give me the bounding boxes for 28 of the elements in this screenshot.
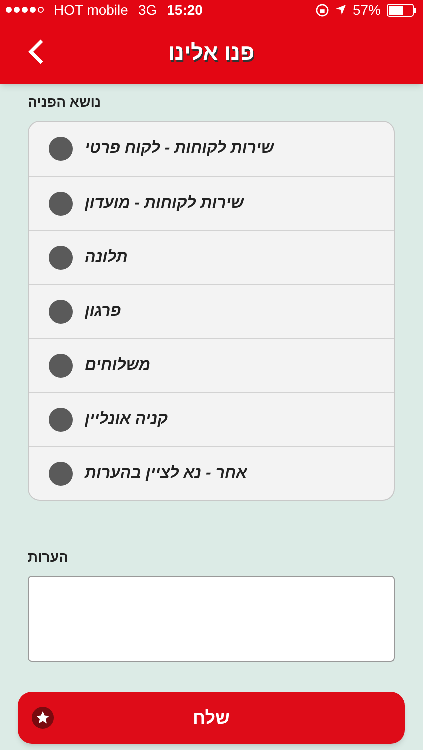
rotation-lock-icon <box>316 4 329 16</box>
notes-field[interactable] <box>28 576 395 662</box>
option-label: שירות לקוחות - מועדון <box>85 194 244 214</box>
back-chevron-icon <box>27 38 45 66</box>
option-label: אחר - נא לציין בהערות <box>85 464 248 484</box>
section-label: נושא הפניה <box>28 93 102 112</box>
send-button[interactable]: שלח <box>18 692 405 744</box>
subject-option[interactable]: אחר - נא לציין בהערות <box>29 446 394 500</box>
subject-option[interactable]: שירות לקוחות - מועדון <box>29 176 394 230</box>
subject-option[interactable]: תלונה <box>29 230 394 284</box>
carrier-name: HOT mobile <box>54 0 128 20</box>
option-label: משלוחים <box>85 356 151 376</box>
subject-option[interactable]: פרגון <box>29 284 394 338</box>
signal-icon <box>6 7 44 13</box>
battery-icon <box>387 4 417 16</box>
subject-option[interactable]: שירות לקוחות - לקוח פרטי <box>29 122 394 176</box>
subject-option[interactable]: משלוחים <box>29 338 394 392</box>
option-label: תלונה <box>85 248 128 268</box>
battery-percent: 57% <box>352 0 381 20</box>
network-type: 3G <box>138 0 158 20</box>
subject-option[interactable]: קניה אונליין <box>29 392 394 446</box>
option-label: פרגון <box>85 302 122 322</box>
location-arrow-icon <box>334 4 347 16</box>
option-label: קניה אונליין <box>85 410 168 430</box>
option-label: שירות לקוחות - לקוח פרטי <box>85 139 274 159</box>
status-time: 15:20 <box>167 0 203 20</box>
notes-label: הערות <box>28 548 68 567</box>
page-title: פנו אלינו <box>168 38 255 66</box>
